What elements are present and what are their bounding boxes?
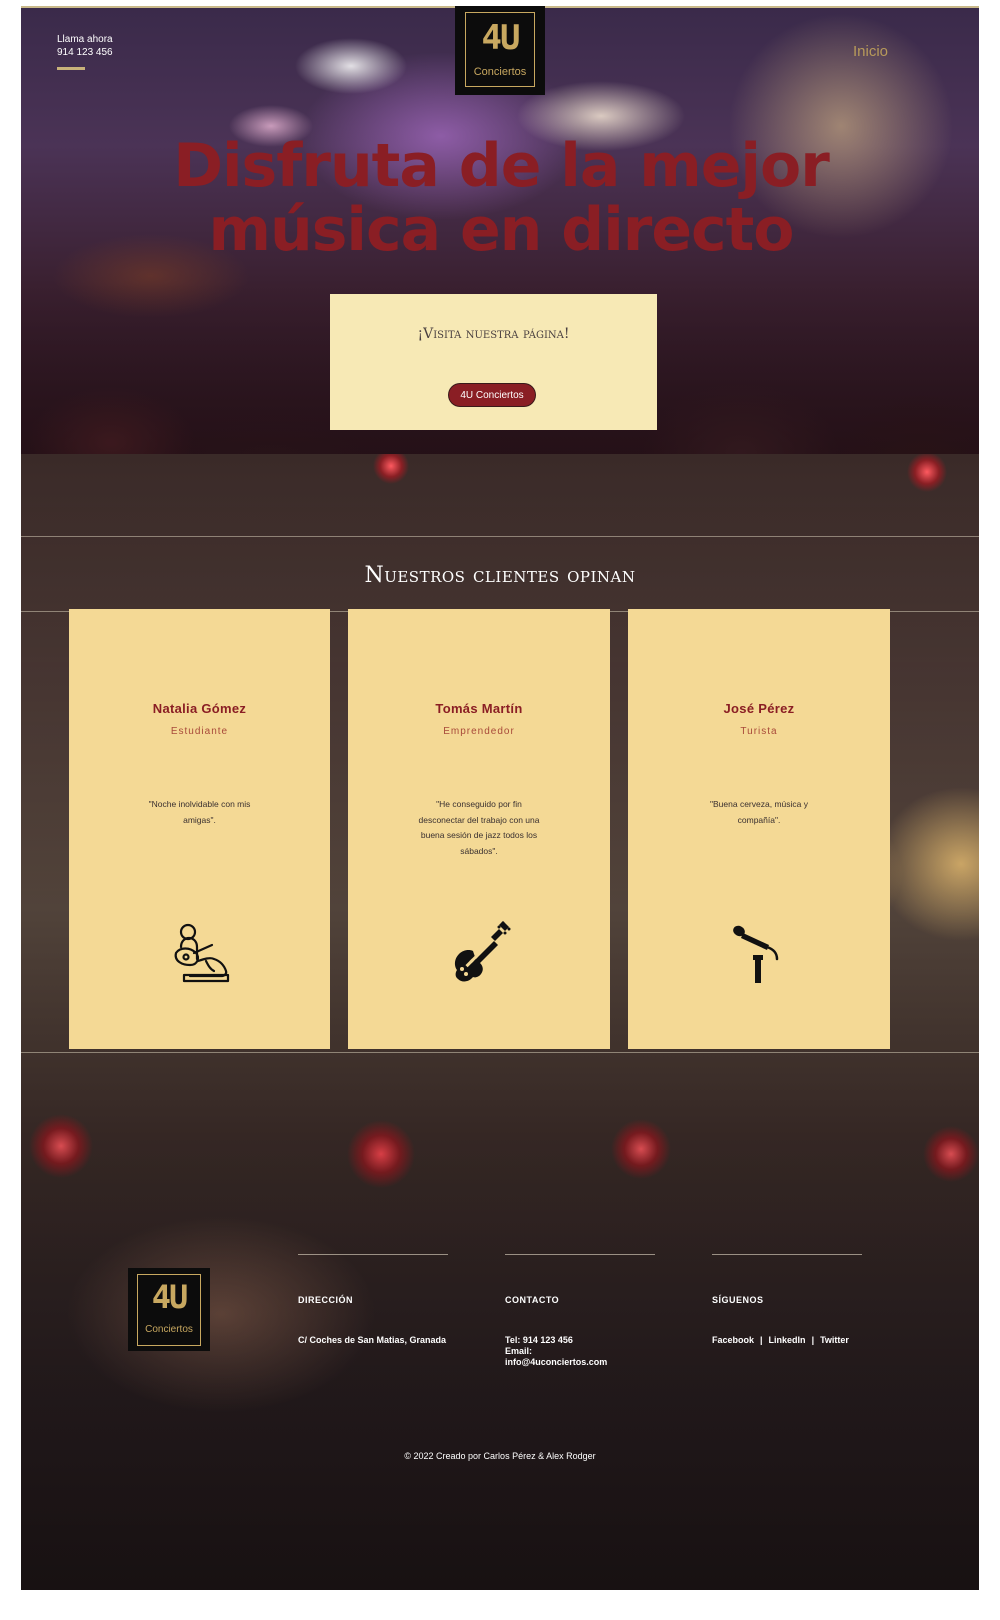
footer-social: SÍGUENOS Facebook | LinkedIn | Twitter: [712, 1254, 862, 1346]
footer-address: DIRECCIÓN C/ Coches de San Matias, Grana…: [298, 1254, 448, 1346]
call-now-block: Llama ahora 914 123 456: [57, 33, 113, 70]
footer-email-label: Email:: [505, 1346, 533, 1356]
footer-logo[interactable]: 4U Conciertos: [128, 1268, 210, 1351]
social-separator: |: [811, 1335, 815, 1345]
footer-phone[interactable]: Tel: 914 123 456: [505, 1335, 655, 1346]
twitter-link[interactable]: Twitter: [820, 1335, 849, 1345]
guitarist-icon: [174, 923, 229, 983]
call-now-label: Llama ahora: [57, 34, 113, 45]
testimonial-role: Estudiante: [170, 726, 229, 737]
cta-text: ¡Visita nuestra página!: [417, 326, 570, 342]
testimonial-role: Emprendedor: [443, 726, 515, 737]
testimonial-name: Tomás Martín: [435, 701, 523, 716]
logo-mark: 4U: [481, 18, 521, 58]
site-logo[interactable]: 4U Conciertos: [455, 6, 545, 95]
section-divider-bottom: [21, 1052, 979, 1053]
testimonial-name: Natalia Gómez: [152, 701, 247, 716]
testimonial-card: Natalia Gómez Estudiante "Noche inolvida…: [69, 609, 330, 1049]
testimonial-role: Turista: [740, 726, 778, 737]
logo-subtitle: Conciertos: [473, 66, 527, 78]
testimonial-name: José Pérez: [723, 701, 795, 716]
footer-contact-heading: CONTACTO: [505, 1295, 560, 1305]
electric-guitar-icon: [454, 921, 511, 982]
page-frame: Llama ahora 914 123 456 4U Conciertos In…: [21, 6, 979, 1590]
nav-inicio-link[interactable]: Inicio: [853, 43, 888, 60]
footer-address-text: C/ Coches de San Matias, Granada: [298, 1335, 447, 1345]
linkedin-link[interactable]: LinkedIn: [769, 1335, 806, 1345]
testimonial-quote: "Buena cerveza, música y compañía".: [710, 799, 808, 825]
footer-address-heading: DIRECCIÓN: [298, 1295, 354, 1305]
footer-email[interactable]: info@4uconciertos.com: [505, 1357, 655, 1368]
testimonial-quote: "He conseguido por fin desconectar del t…: [418, 799, 540, 856]
logo-subtitle: Conciertos: [145, 1324, 193, 1335]
phone-number[interactable]: 914 123 456: [57, 46, 113, 59]
footer-social-heading: SÍGUENOS: [712, 1295, 764, 1305]
footer-rule: [505, 1254, 655, 1255]
facebook-link[interactable]: Facebook: [712, 1335, 754, 1345]
social-links: Facebook | LinkedIn | Twitter: [712, 1335, 862, 1346]
phone-underline: [57, 67, 85, 70]
testimonial-quote: "Noche inolvidable con mis amigas".: [148, 799, 251, 825]
logo-mark: 4U: [151, 1278, 189, 1316]
microphone-icon: [733, 925, 779, 983]
footer-contact: CONTACTO Tel: 914 123 456 Email: info@4u…: [505, 1254, 655, 1368]
hero-title: Disfruta de la mejor música en directo: [121, 134, 881, 262]
visit-page-button[interactable]: 4U Conciertos: [449, 384, 535, 406]
section-divider-top: [21, 536, 979, 537]
testimonial-card: José Pérez Turista "Buena cerveza, músic…: [628, 609, 890, 1049]
testimonials-title: Nuestros clientes opinan: [364, 563, 636, 588]
footer-rule: [712, 1254, 862, 1255]
hero-title-line1: Disfruta de la mejor: [173, 131, 830, 201]
hero-title-line2: música en directo: [208, 195, 794, 265]
footer-rule: [298, 1254, 448, 1255]
cta-box: ¡Visita nuestra página! 4U Conciertos: [330, 294, 657, 430]
copyright-text: © 2022 Creado por Carlos Pérez & Alex Ro…: [404, 1451, 596, 1461]
footer-contact-text: Tel: 914 123 456 Email: info@4uconcierto…: [505, 1335, 655, 1368]
social-separator: |: [760, 1335, 763, 1345]
testimonial-card: Tomás Martín Emprendedor "He conseguido …: [348, 609, 610, 1049]
